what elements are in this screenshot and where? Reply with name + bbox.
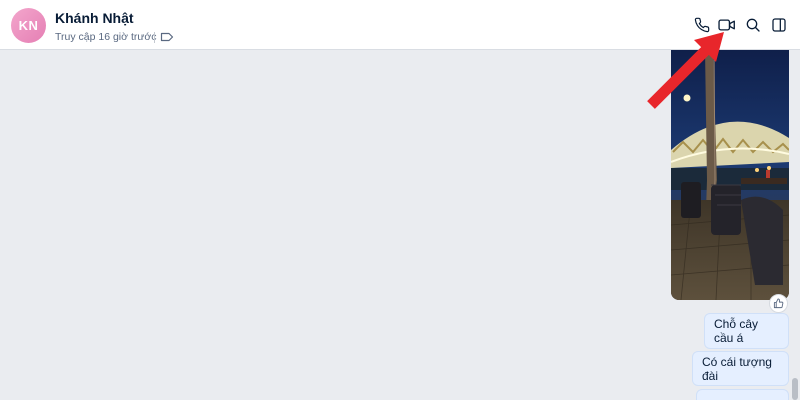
last-seen-status: Truy cập 16 giờ trước xyxy=(55,31,157,43)
call-button[interactable] xyxy=(691,14,713,36)
sidebar-panel-icon xyxy=(772,18,786,32)
video-call-button[interactable] xyxy=(716,14,738,36)
divider xyxy=(154,32,155,43)
chat-header: KN Khánh Nhật Truy cập 16 giờ trước xyxy=(0,0,800,50)
video-camera-icon xyxy=(718,19,735,31)
message-bubble[interactable]: Chỗ cây cầu á xyxy=(704,313,789,349)
photo-message[interactable] xyxy=(671,50,789,300)
message-bubble[interactable] xyxy=(696,389,789,400)
scrollbar-thumb[interactable] xyxy=(792,378,798,400)
scrollbar[interactable] xyxy=(790,51,800,400)
search-icon xyxy=(746,18,760,32)
search-button[interactable] xyxy=(742,14,764,36)
message-bubble[interactable]: Có cái tượng đài xyxy=(692,351,789,386)
message-text: Chỗ cây cầu á xyxy=(714,317,759,345)
photo-image xyxy=(671,50,789,300)
phone-icon xyxy=(694,17,710,33)
avatar[interactable]: KN xyxy=(11,8,46,43)
tag-icon[interactable] xyxy=(160,31,174,43)
toggle-info-panel-button[interactable] xyxy=(768,14,790,36)
contact-name[interactable]: Khánh Nhật xyxy=(55,10,134,26)
thumbs-up-icon xyxy=(773,298,784,309)
react-button[interactable] xyxy=(769,294,788,313)
message-text: Có cái tượng đài xyxy=(702,354,772,383)
